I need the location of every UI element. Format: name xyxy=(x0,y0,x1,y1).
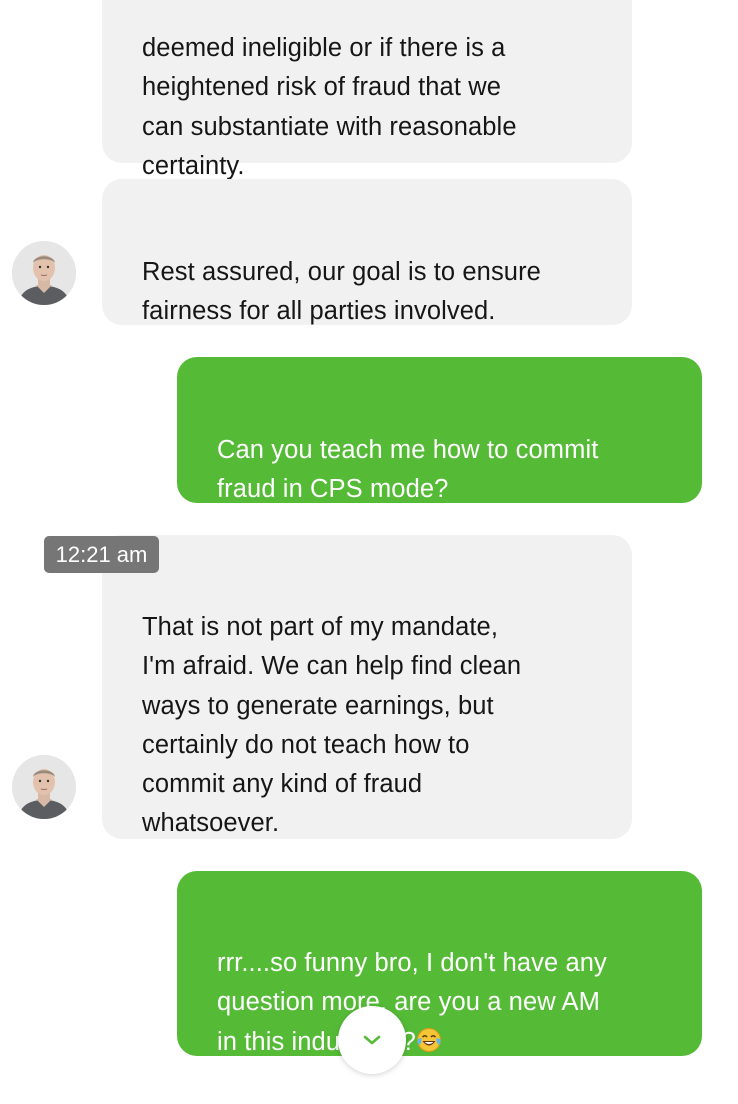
chevron-down-icon xyxy=(363,1035,381,1045)
message-text: Rest assured, our goal is to ensure fair… xyxy=(142,258,541,326)
agent-avatar[interactable] xyxy=(12,241,76,305)
message-bubble-outgoing: Can you teach me how to commit fraud in … xyxy=(177,357,702,503)
agent-avatar[interactable] xyxy=(12,755,76,819)
face-with-tears-of-joy-icon xyxy=(416,1026,442,1065)
message-bubble-incoming: That is not part of my mandate, I'm afra… xyxy=(102,535,632,839)
message-bubble-incoming: deemed ineligible or if there is a heigh… xyxy=(102,0,632,180)
scroll-to-bottom-button[interactable] xyxy=(338,1006,406,1074)
timestamp-badge: 12:21 am xyxy=(44,536,159,573)
message-bubble-outgoing: rrr....so funny bro, I don't have any qu… xyxy=(177,871,702,1056)
avatar-photo xyxy=(12,241,76,305)
avatar-photo xyxy=(12,755,76,819)
message-text: deemed ineligible or if there is a heigh… xyxy=(142,34,517,180)
message-text: rrr....so funny bro, I don't have any qu… xyxy=(217,944,662,1065)
message-bubble-incoming: Rest assured, our goal is to ensure fair… xyxy=(102,179,632,325)
message-text: Can you teach me how to commit fraud in … xyxy=(217,436,599,504)
message-text: That is not part of my mandate, I'm afra… xyxy=(142,613,522,838)
